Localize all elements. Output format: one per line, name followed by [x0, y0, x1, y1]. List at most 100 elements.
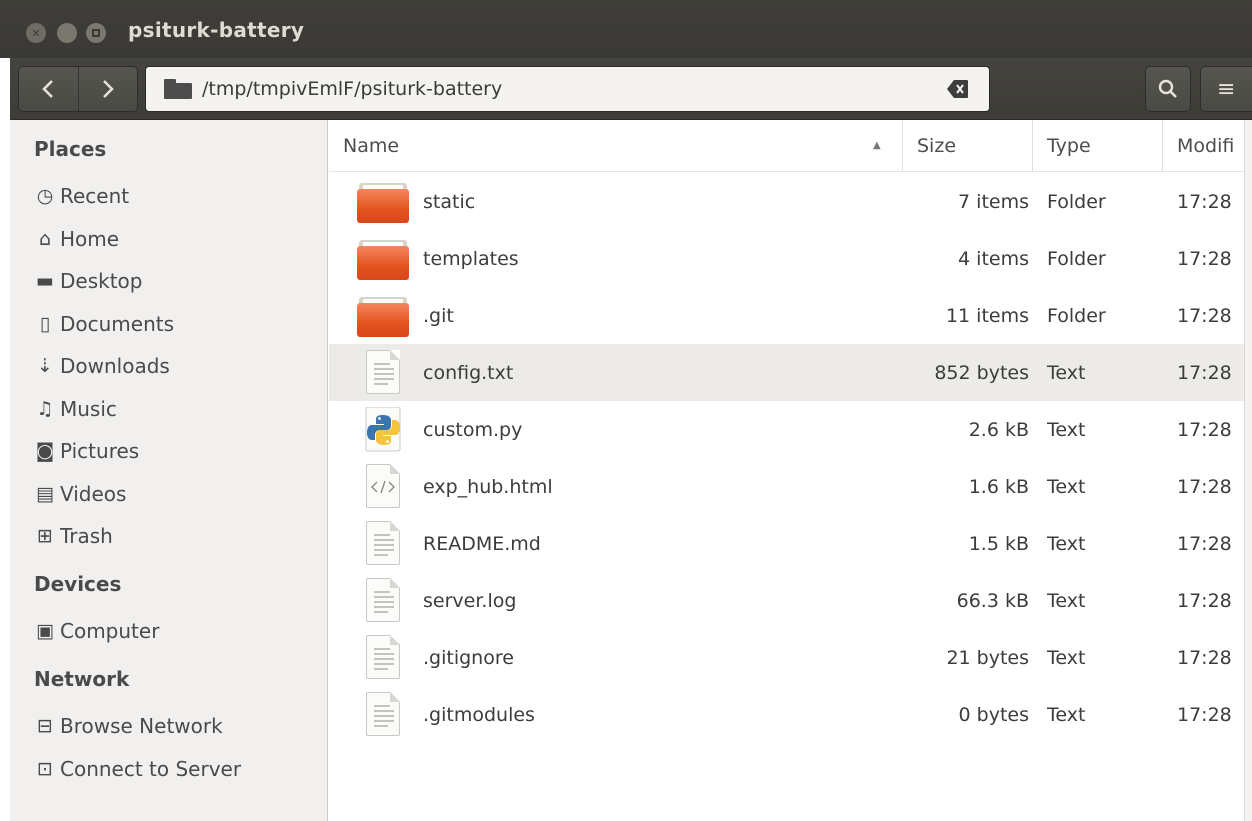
- text-file-icon: [357, 521, 411, 567]
- chevron-right-icon: [102, 80, 114, 98]
- file-type: Folder: [1047, 190, 1106, 213]
- file-modified: 17:28: [1177, 304, 1232, 327]
- sidebar-item-label: Desktop: [60, 269, 143, 293]
- harddisk-icon: ▣: [36, 620, 54, 642]
- minimize-window-button[interactable]: [57, 23, 77, 43]
- camera-icon: ◙: [35, 440, 55, 462]
- folder-icon: [164, 79, 194, 99]
- window-title: psiturk-battery: [128, 18, 305, 42]
- location-bar[interactable]: /tmp/tmpivEmlF/psiturk-battery: [145, 66, 990, 112]
- places-heading: Places: [34, 137, 107, 161]
- file-name: config.txt: [423, 361, 514, 384]
- server-icon: ⊡: [37, 758, 53, 780]
- back-button[interactable]: [19, 67, 79, 111]
- maximize-window-button[interactable]: [86, 23, 106, 43]
- file-modified: 17:28: [1177, 361, 1232, 384]
- sidebar-item-pictures[interactable]: ◙ Pictures: [34, 431, 324, 471]
- file-type: Text: [1047, 418, 1086, 441]
- music-icon: ♫: [36, 398, 54, 420]
- sidebar-item-label: Recent: [60, 184, 130, 208]
- file-name: .gitignore: [423, 646, 514, 669]
- vertical-scrollbar[interactable]: [1244, 120, 1252, 821]
- column-header-size-label: Size: [917, 135, 957, 157]
- sidebar-item-label: Connect to Server: [60, 757, 242, 781]
- sidebar-item-videos[interactable]: ▤ Videos: [34, 474, 324, 514]
- folder-icon: [357, 293, 411, 339]
- table-row[interactable]: README.md 1.5 kB Text 17:28: [329, 515, 1252, 572]
- file-modified: 17:28: [1177, 646, 1232, 669]
- network-icon: ⊟: [37, 715, 53, 737]
- navigation-buttons: [18, 66, 138, 112]
- sidebar-item-label: Computer: [60, 619, 160, 643]
- sort-ascending-icon: ▲: [873, 140, 881, 151]
- html-file-icon: [357, 464, 411, 510]
- close-window-button[interactable]: ✕: [26, 23, 46, 43]
- title-bar: ✕ psiturk-battery: [0, 0, 1252, 58]
- sidebar-item-label: Documents: [60, 312, 175, 336]
- sidebar-item-documents[interactable]: ▯ Documents: [34, 304, 324, 344]
- file-type: Folder: [1047, 304, 1106, 327]
- sidebar-item-computer[interactable]: ▣ Computer: [34, 611, 324, 651]
- text-file-icon: [357, 635, 411, 681]
- file-modified: 17:28: [1177, 247, 1232, 270]
- column-header-type[interactable]: Type: [1033, 120, 1163, 172]
- sidebar-item-trash[interactable]: ⊞ Trash: [34, 516, 324, 556]
- sidebar-item-downloads[interactable]: ⇣ Downloads: [34, 346, 324, 386]
- search-icon: [1158, 79, 1177, 98]
- column-header-name-label: Name: [343, 135, 400, 157]
- sidebar-item-home[interactable]: ⌂ Home: [34, 219, 324, 259]
- forward-button[interactable]: [79, 67, 138, 111]
- sidebar-item-label: Downloads: [60, 354, 170, 378]
- file-type: Text: [1047, 589, 1086, 612]
- file-modified: 17:28: [1177, 418, 1232, 441]
- text-file-icon: [357, 350, 411, 396]
- file-size: 1.6 kB: [968, 475, 1029, 498]
- file-modified: 17:28: [1177, 589, 1232, 612]
- sidebar-item-label: Home: [60, 227, 120, 251]
- search-button[interactable]: [1145, 66, 1191, 112]
- table-row[interactable]: .git 11 items Folder 17:28: [329, 287, 1252, 344]
- table-row[interactable]: config.txt 852 bytes Text 17:28: [329, 344, 1252, 401]
- sidebar: Places ◷ Recent ⌂ Home ▬ Desktop ▯ Docum…: [10, 120, 328, 821]
- clear-location-icon[interactable]: [947, 79, 969, 99]
- table-row[interactable]: exp_hub.html 1.6 kB Text 17:28: [329, 458, 1252, 515]
- sidebar-item-recent[interactable]: ◷ Recent: [34, 176, 324, 216]
- column-header-name[interactable]: Name: [329, 120, 903, 172]
- column-header-modified[interactable]: Modifi: [1163, 120, 1252, 172]
- text-file-icon: [357, 578, 411, 624]
- table-row[interactable]: .gitmodules 0 bytes Text 17:28: [329, 686, 1252, 743]
- table-row[interactable]: custom.py 2.6 kB Text 17:28: [329, 401, 1252, 458]
- file-size: 4 items: [958, 247, 1029, 270]
- sidebar-item-connect-to-server[interactable]: ⊡ Connect to Server: [34, 749, 324, 789]
- sidebar-item-browse-network[interactable]: ⊟ Browse Network: [34, 706, 324, 746]
- devices-heading: Devices: [34, 572, 122, 596]
- folder-icon: [357, 179, 411, 225]
- file-size: 11 items: [945, 304, 1029, 327]
- file-name: README.md: [423, 532, 541, 555]
- column-header-size[interactable]: Size: [903, 120, 1033, 172]
- folder-icon: [357, 236, 411, 282]
- file-type: Text: [1047, 532, 1086, 555]
- sidebar-item-label: Browse Network: [60, 714, 223, 738]
- file-type: Text: [1047, 703, 1086, 726]
- clock-icon: ◷: [36, 185, 54, 207]
- file-size: 21 bytes: [946, 646, 1029, 669]
- file-size: 852 bytes: [934, 361, 1029, 384]
- table-row[interactable]: server.log 66.3 kB Text 17:28: [329, 572, 1252, 629]
- file-modified: 17:28: [1177, 532, 1232, 555]
- sidebar-item-label: Music: [60, 397, 117, 421]
- location-path[interactable]: /tmp/tmpivEmlF/psiturk-battery: [202, 78, 502, 100]
- file-type: Text: [1047, 475, 1086, 498]
- file-type: Text: [1047, 361, 1086, 384]
- file-type: Folder: [1047, 247, 1106, 270]
- table-row[interactable]: static 7 items Folder 17:28: [329, 173, 1252, 230]
- sidebar-item-desktop[interactable]: ▬ Desktop: [34, 261, 324, 301]
- sidebar-item-music[interactable]: ♫ Music: [34, 389, 324, 429]
- table-row[interactable]: .gitignore 21 bytes Text 17:28: [329, 629, 1252, 686]
- python-file-icon: [357, 406, 411, 453]
- menu-button[interactable]: ≡: [1200, 66, 1252, 112]
- file-type: Text: [1047, 646, 1086, 669]
- table-row[interactable]: templates 4 items Folder 17:28: [329, 230, 1252, 287]
- file-name: server.log: [423, 589, 517, 612]
- file-name: .git: [423, 304, 454, 327]
